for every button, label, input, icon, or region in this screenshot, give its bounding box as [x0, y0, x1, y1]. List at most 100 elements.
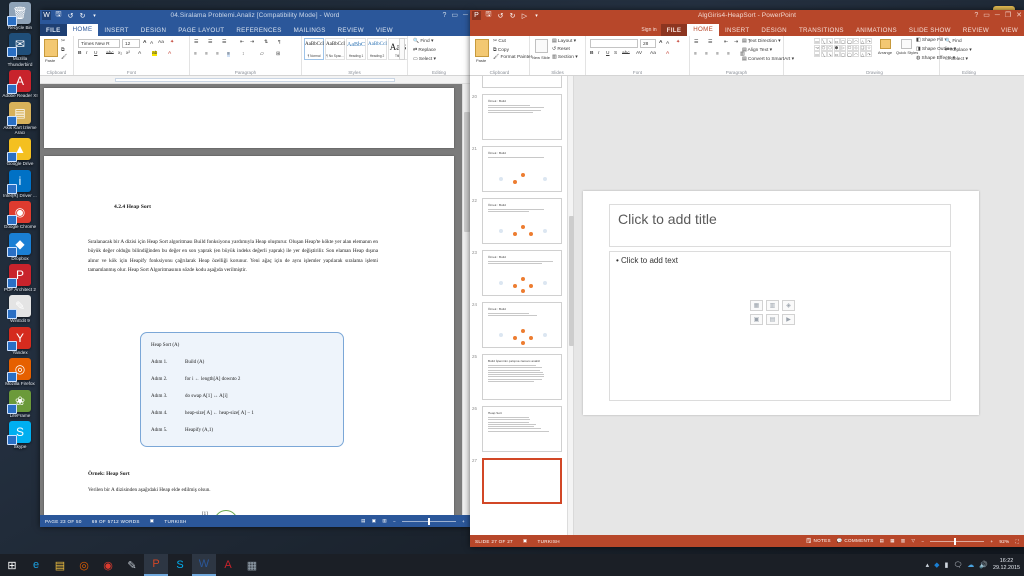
find-button[interactable]: 🔍 Find — [945, 39, 962, 44]
increase-indent-icon[interactable]: ⇥ — [250, 40, 254, 45]
thumbnail-row[interactable]: 26 Heap Sort — [472, 406, 567, 452]
tab-mailings[interactable]: MAILINGS — [288, 24, 332, 36]
bullets-icon[interactable]: ☰ — [694, 40, 698, 45]
text-effects-icon[interactable]: A — [138, 51, 141, 56]
cut-button[interactable]: ✂ Cut — [493, 39, 506, 44]
word-vertical-scrollbar[interactable] — [462, 84, 470, 515]
text-direction-button[interactable]: ▤ Text Direction ▾ — [742, 39, 781, 44]
tab-references[interactable]: REFERENCES — [230, 24, 287, 36]
tab-review[interactable]: REVIEW — [957, 24, 995, 36]
style--no-spac-[interactable]: AaBbCcI ¶ No Spac... — [325, 38, 345, 60]
align-center-icon[interactable]: ≡ — [705, 52, 708, 57]
taskbar[interactable]: ⊞ e ▤ ◎ ◉ ✎ P S W A ▦ ▴ ◆ ▮ 🗨 ☁ 🔊 16:22 29.12.201… — [0, 554, 1024, 576]
slideshow-icon[interactable]: ▽ — [912, 538, 916, 544]
insert-content-icons-row1[interactable]: ▦ ▥ ◈ — [750, 300, 795, 311]
taskbar-button-explorer2[interactable]: ▦ — [240, 554, 264, 576]
show-hidden-icons-icon[interactable]: ▴ — [926, 561, 930, 569]
insert-chart-icon[interactable]: ▥ — [766, 300, 779, 311]
paste-button[interactable] — [44, 39, 58, 57]
ppt-group-editing[interactable]: 🔍 Find ⇄ Replace ▾ ▭ Select ▾ Editing — [940, 36, 998, 75]
tab-insert[interactable]: INSERT — [98, 24, 134, 36]
insert-content-icons-row2[interactable]: ▣ ▤ ▶ — [750, 314, 795, 325]
sort-icon[interactable]: ⇅ — [264, 40, 268, 45]
ppt-group-slides[interactable]: New Slide ▤ Layout ▾ ↺ Reset ▥ Section ▾… — [530, 36, 586, 75]
style--normal[interactable]: AaBbCcI ¶ Normal — [304, 38, 324, 60]
slide-title-placeholder[interactable]: Click to add title — [609, 204, 951, 247]
taskbar-button-chrome[interactable]: ◉ — [96, 554, 120, 576]
ppt-ribbon-tabs[interactable]: Sign in FILE HOME INSERT DESIGN TRANSITIONS A… — [470, 24, 1024, 36]
shape-gallery-item[interactable]: ↘ — [827, 38, 833, 44]
shape-gallery-item[interactable]: ◇ — [853, 45, 859, 51]
shape-gallery-item[interactable]: ▷ — [840, 45, 846, 51]
layout-button[interactable]: ▤ Layout ▾ — [552, 39, 576, 44]
grow-font-icon[interactable]: A — [143, 40, 146, 45]
reset-button[interactable]: ↺ Reset — [552, 47, 570, 52]
shrink-font-icon[interactable]: A — [666, 41, 669, 46]
taskbar-button-word[interactable]: W — [192, 554, 216, 576]
slide-thumbnail-25[interactable]: Build İşleminin çalışma zamanı analizi — [482, 354, 562, 400]
new-slide-button[interactable] — [535, 39, 548, 53]
ppt-slide-indicator[interactable]: SLIDE 27 OF 27 — [470, 539, 518, 544]
shape-gallery-item[interactable]: ❏ — [860, 45, 866, 51]
slide-thumbnail-21[interactable]: Örnek : Build — [482, 146, 562, 192]
desktop-icon-recycle-bin[interactable]: 🗑 Recycle Bin — [0, 2, 40, 30]
decrease-indent-icon[interactable]: ⇤ — [724, 40, 728, 45]
replace-button[interactable]: ⇄ Replace ▾ — [945, 48, 972, 53]
zoom-in-icon[interactable]: + — [990, 539, 993, 544]
clear-formatting-icon[interactable]: ✦ — [170, 40, 174, 45]
replace-button[interactable]: ⇄ Replace — [413, 48, 436, 53]
shape-gallery-item[interactable]: △ — [860, 38, 866, 44]
ppt-thumbnail-scroll-thumb[interactable] — [569, 216, 574, 346]
notes-button[interactable]: 🗒 NOTES — [806, 538, 831, 544]
bullets-icon[interactable]: ☰ — [194, 40, 198, 45]
taskbar-button-internet-explorer[interactable]: e — [24, 554, 48, 576]
spell-check-icon[interactable]: ▣ — [145, 518, 160, 524]
format-painter-button[interactable]: 🖌 Format Painter — [493, 55, 532, 60]
word-group-font[interactable]: Times New R 12 A A Aa ✦ B I U abc x₂ x² … — [74, 36, 190, 75]
shape-gallery-item[interactable]: ↷ — [866, 51, 872, 57]
taskbar-button-powerpoint[interactable]: P — [144, 554, 168, 576]
change-case-icon[interactable]: Aa — [650, 51, 656, 56]
ppt-status-bar[interactable]: SLIDE 27 OF 27 ▣ TURKISH 🗒 NOTES 💬 COMME… — [470, 535, 1024, 547]
tab-page-layout[interactable]: PAGE LAYOUT — [172, 24, 230, 36]
tab-home[interactable]: HOME — [67, 24, 99, 36]
word-document-canvas[interactable]: 4.2.4 Heap Sort Sıralanacak bir A dizisi… — [40, 84, 462, 515]
underline-button[interactable]: U — [94, 51, 97, 56]
normal-view-icon[interactable]: ▤ — [880, 538, 885, 544]
fit-to-window-icon[interactable]: ⛶ — [1015, 539, 1019, 544]
shape-gallery-item[interactable]: ▢ — [840, 38, 846, 44]
ppt-signin-link[interactable]: Sign in — [641, 24, 660, 36]
convert-smartart-button[interactable]: ▤ Convert to SmartArt ▾ — [742, 57, 794, 62]
ppt-group-clipboard[interactable]: Paste ✂ Cut ⧉ Copy 🖌 Format Painter Clip… — [470, 36, 530, 75]
italic-button[interactable]: I — [86, 51, 87, 56]
insert-table-icon[interactable]: ▦ — [750, 300, 763, 311]
word-group-paragraph[interactable]: ☰ ☰ ☰ ⇤ ⇥ ⇅ ¶ ≡ ≡ ≡ ≡ ↕ ▱ ⊞ Paragraph — [190, 36, 302, 75]
desktop-icon-yandex[interactable]: Y Yandex — [0, 327, 40, 355]
zoom-out-icon[interactable]: − — [921, 539, 924, 544]
section-button[interactable]: ▥ Section ▾ — [552, 55, 578, 60]
desktop-icon-winedt[interactable]: ✎ WinEdit 9 — [0, 295, 40, 323]
underline-button[interactable]: U — [606, 51, 609, 56]
shape-gallery-item[interactable]: ◯ — [847, 38, 853, 44]
print-layout-icon[interactable]: ▣ — [372, 518, 377, 524]
slide-thumbnail-19[interactable] — [482, 76, 562, 88]
network-icon[interactable]: ▮ — [945, 561, 949, 569]
line-spacing-icon[interactable]: ↕ — [242, 52, 244, 57]
slide-thumbnail-27[interactable] — [482, 458, 562, 504]
word-group-clipboard[interactable]: Paste ✂ ⧉ 🖌 Clipboard — [40, 36, 74, 75]
thumbnail-row[interactable]: 20 Örnek : Build — [472, 94, 567, 140]
shading-icon[interactable]: ▱ — [260, 52, 264, 57]
cut-icon[interactable]: ✂ — [61, 39, 65, 44]
desktop-icon-adobe-reader[interactable]: A Adobe Reader XI — [0, 70, 40, 98]
comments-button[interactable]: 💬 COMMENTS — [837, 538, 874, 544]
paste-button[interactable] — [475, 39, 489, 57]
volume-icon[interactable]: 🔊 — [979, 561, 988, 569]
desktop-icon-dropbox[interactable]: ◆ Dropbox — [0, 233, 40, 261]
borders-icon[interactable]: ⊞ — [276, 52, 280, 57]
ppt-group-font[interactable]: 28 A A ✦ B I U S abc AV Aa A Font — [586, 36, 690, 75]
insert-video-icon[interactable]: ▶ — [782, 314, 795, 325]
desktop-icon-lifeframe[interactable]: ❀ LifeFrame — [0, 390, 40, 418]
shape-gallery-item[interactable]: ◠ — [853, 51, 859, 57]
align-left-icon[interactable]: ≡ — [694, 52, 697, 57]
word-ribbon[interactable]: Paste ✂ ⧉ 🖌 Clipboard Times New R 12 A A… — [40, 36, 470, 76]
